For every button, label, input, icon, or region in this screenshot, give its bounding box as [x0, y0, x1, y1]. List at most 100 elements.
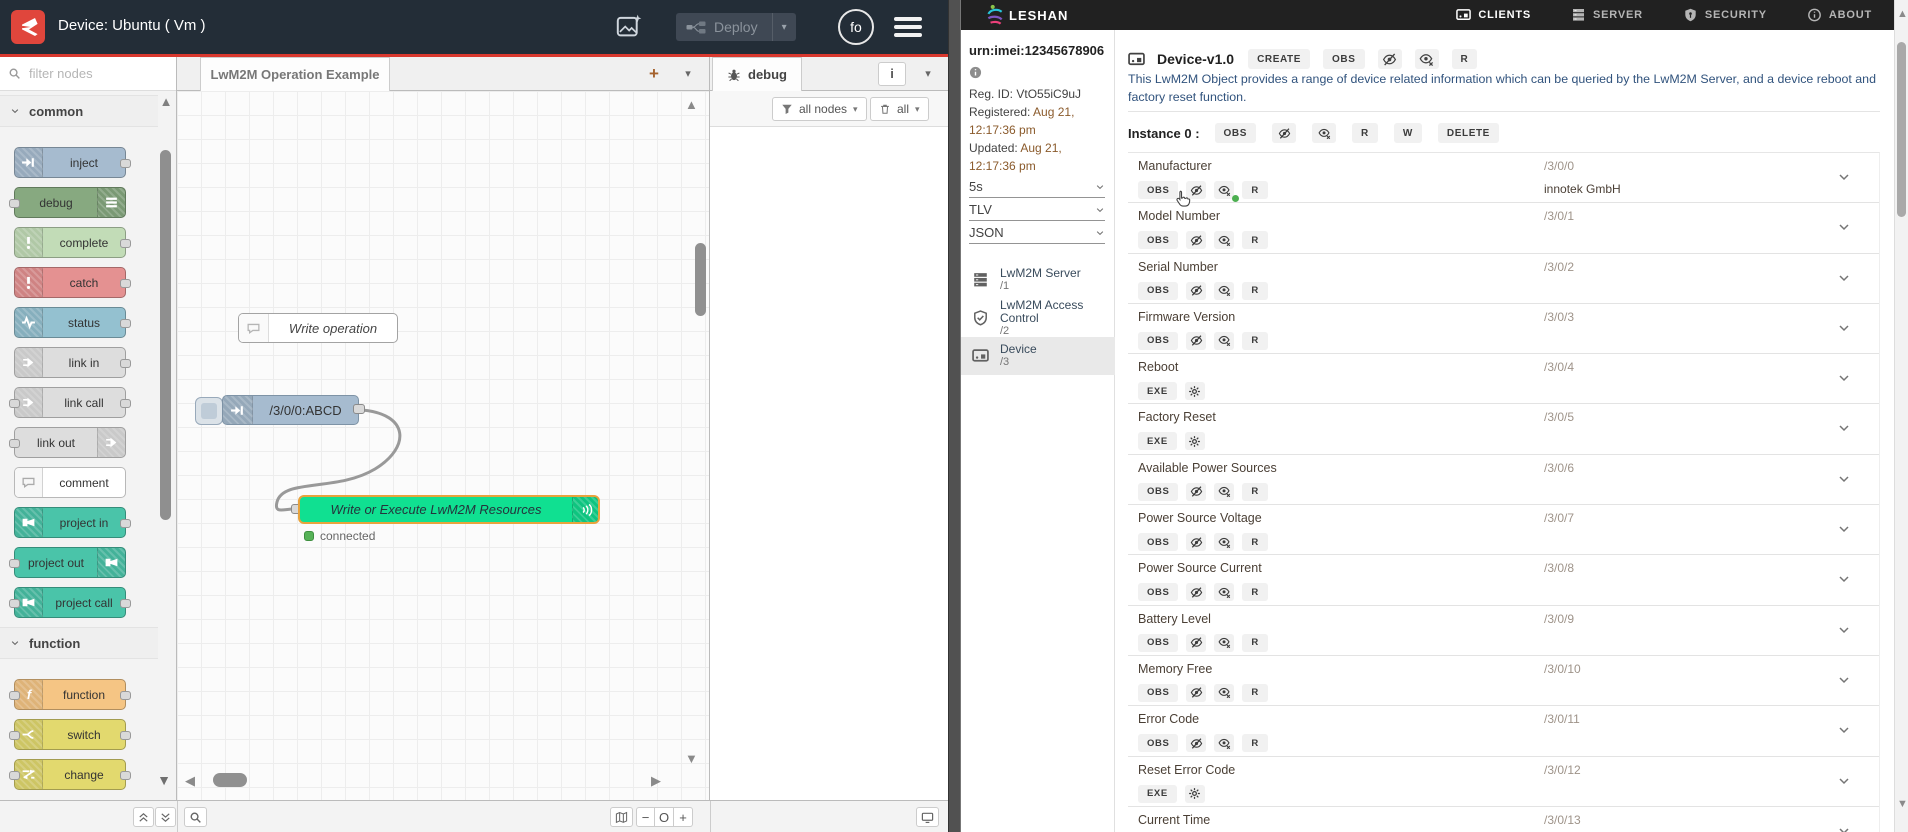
flow-list-caret-icon[interactable]: ▾ — [675, 62, 701, 86]
palette-collapse-button[interactable] — [133, 807, 154, 827]
r-button[interactable]: R — [1451, 49, 1478, 69]
r-button[interactable]: R — [1242, 231, 1268, 250]
input-port[interactable] — [9, 731, 20, 740]
debug-caret-icon[interactable]: ▾ — [916, 62, 940, 86]
eye-off-button[interactable] — [1186, 231, 1207, 250]
canvas-search-button[interactable] — [184, 807, 207, 827]
create-button[interactable]: CREATE — [1248, 49, 1311, 69]
chevron-down-icon[interactable] — [1837, 572, 1851, 586]
input-port[interactable] — [9, 439, 20, 448]
r-button[interactable]: R — [1242, 583, 1268, 602]
r-button[interactable]: R — [1242, 331, 1268, 350]
palette-node-catch[interactable]: catch — [14, 267, 131, 298]
chevron-down-icon[interactable] — [1837, 824, 1851, 832]
eye-x-button[interactable] — [1214, 583, 1235, 602]
w-button[interactable]: W — [1393, 123, 1422, 143]
debug-clear-button[interactable]: all ▾ — [870, 97, 929, 121]
user-avatar[interactable]: fo — [838, 9, 874, 45]
window-divider[interactable] — [948, 0, 961, 832]
palette-node-change[interactable]: change — [9, 759, 131, 790]
eye-off-button[interactable] — [1186, 533, 1207, 552]
select-json[interactable]: JSON — [969, 222, 1105, 244]
scroll-down-icon[interactable]: ▼ — [1897, 798, 1908, 810]
obs-button[interactable]: OBS — [1214, 123, 1257, 143]
input-port[interactable] — [9, 399, 20, 408]
output-port[interactable] — [120, 519, 131, 528]
select-5s[interactable]: 5s — [969, 176, 1105, 198]
chevron-down-icon[interactable] — [1837, 421, 1851, 435]
output-port[interactable] — [120, 359, 131, 368]
nav-security[interactable]: SECURITY — [1683, 8, 1767, 22]
eye-off-button[interactable] — [1186, 482, 1207, 501]
zoom-in-button[interactable]: + — [674, 807, 693, 827]
deploy-button[interactable]: Deploy ▾ — [676, 13, 796, 41]
object-item-device[interactable]: Device/3 — [961, 337, 1115, 375]
palette-search[interactable] — [0, 57, 176, 91]
palette-expand-button[interactable] — [155, 807, 176, 827]
page-scrollbar-thumb[interactable] — [1897, 42, 1906, 217]
canvas-scroll-right-icon[interactable]: ▶ — [651, 773, 661, 789]
output-port[interactable] — [120, 399, 131, 408]
eye-x-button[interactable] — [1214, 482, 1235, 501]
r-button[interactable]: R — [1242, 281, 1268, 300]
minimap-button[interactable] — [610, 807, 633, 827]
obs-button[interactable]: OBS — [1138, 683, 1179, 702]
tab-debug[interactable]: debug — [712, 57, 802, 91]
chevron-down-icon[interactable] — [1837, 723, 1851, 737]
nav-about[interactable]: ABOUT — [1807, 8, 1872, 22]
palette-node-comment[interactable]: comment — [14, 467, 126, 498]
r-button[interactable]: R — [1242, 683, 1268, 702]
canvas-scroll-down-icon[interactable]: ▼ — [685, 751, 698, 766]
nav-server[interactable]: SERVER — [1571, 8, 1643, 22]
palette-node-inject[interactable]: inject — [14, 147, 131, 178]
palette-node-function[interactable]: f function — [9, 679, 131, 710]
palette-scroll-down-icon[interactable]: ▼ — [155, 772, 173, 788]
scroll-up-icon[interactable]: ▲ — [1897, 8, 1908, 20]
hamburger-menu-icon[interactable] — [894, 17, 922, 37]
input-port[interactable] — [9, 771, 20, 780]
eye-x-button[interactable] — [1214, 683, 1235, 702]
r-button[interactable]: R — [1242, 533, 1268, 552]
eye-off-button[interactable] — [1186, 331, 1207, 350]
eye-x-button[interactable] — [1214, 734, 1235, 753]
eye-x-button[interactable] — [1214, 281, 1235, 300]
palette-node-project-call[interactable]: project call — [9, 587, 131, 618]
obs-button[interactable]: OBS — [1138, 482, 1179, 501]
canvas-hscrollbar-thumb[interactable] — [213, 773, 247, 787]
flow-canvas[interactable]: Write operation /3/0/0:ABCD Write or Exe… — [177, 91, 710, 800]
output-port[interactable] — [120, 159, 131, 168]
eye-x-button[interactable] — [1214, 533, 1235, 552]
inject-trigger-button[interactable] — [195, 397, 223, 425]
eye-x-button[interactable] — [1414, 49, 1439, 69]
palette-section-function[interactable]: function — [0, 627, 158, 659]
debug-popout-button[interactable] — [916, 807, 939, 827]
canvas-scroll-left-icon[interactable]: ◀ — [185, 773, 195, 789]
eye-off-button[interactable] — [1186, 633, 1207, 652]
object-item-lwm2m-access-control[interactable]: LwM2M Access Control/2 — [961, 298, 1115, 337]
output-port[interactable] — [120, 599, 131, 608]
palette-filter-input[interactable] — [27, 65, 137, 82]
obs-button[interactable]: OBS — [1138, 533, 1179, 552]
obs-button[interactable]: OBS — [1138, 281, 1179, 300]
chevron-down-icon[interactable] — [1837, 170, 1851, 184]
input-port[interactable] — [9, 691, 20, 700]
obs-button[interactable]: OBS — [1138, 583, 1179, 602]
palette-scrollbar-thumb[interactable] — [160, 150, 171, 520]
palette-node-status[interactable]: status — [14, 307, 131, 338]
r-button[interactable]: R — [1352, 123, 1378, 143]
deploy-caret-icon[interactable]: ▾ — [771, 13, 796, 41]
zoom-out-button[interactable]: − — [636, 807, 655, 827]
obs-button[interactable]: OBS — [1138, 633, 1179, 652]
palette-node-project-in[interactable]: project in — [14, 507, 131, 538]
chevron-down-icon[interactable] — [1837, 472, 1851, 486]
palette-section-common[interactable]: common — [0, 95, 158, 127]
palette-node-switch[interactable]: switch — [9, 719, 131, 750]
obs-button[interactable]: OBS — [1323, 49, 1365, 69]
add-flow-button[interactable]: + — [641, 62, 667, 86]
lwm2m-write-node[interactable]: Write or Execute LwM2M Resources — [298, 495, 600, 524]
r-button[interactable]: R — [1242, 181, 1268, 199]
gear-button[interactable] — [1184, 382, 1205, 401]
inject-node[interactable]: /3/0/0:ABCD — [222, 395, 359, 425]
info-icon[interactable] — [969, 66, 982, 79]
output-port[interactable] — [120, 691, 131, 700]
